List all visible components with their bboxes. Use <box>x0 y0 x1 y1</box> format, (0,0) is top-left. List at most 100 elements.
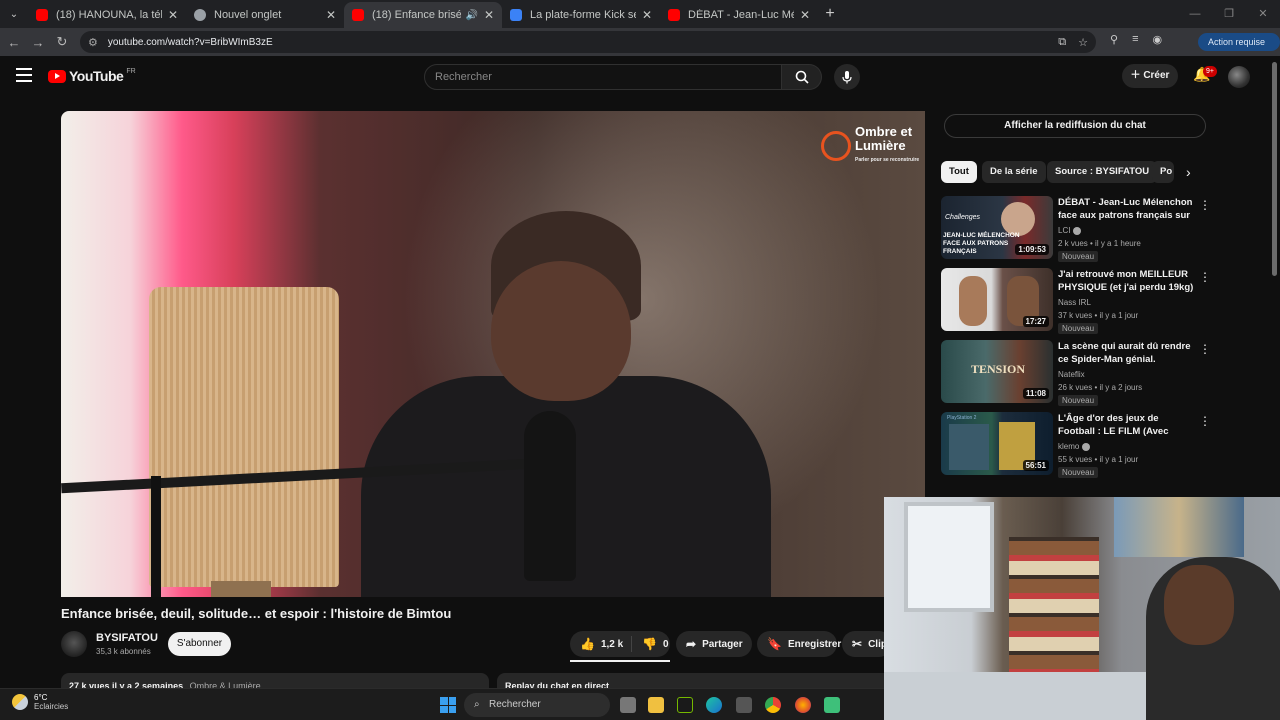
speaker-icon[interactable]: 🔊 <box>465 10 477 21</box>
video-title: Enfance brisée, deuil, solitude… et espo… <box>61 606 452 621</box>
task-view-icon[interactable] <box>620 697 636 713</box>
url-bar[interactable]: ⚙ youtube.com/watch?v=BribWImB3zE ⧉ ☆ <box>80 31 1096 53</box>
video-thumbnail[interactable]: PlayStation 2 56:51 <box>941 412 1053 475</box>
account-avatar[interactable] <box>1228 66 1250 88</box>
video-scene-microphone <box>524 411 576 581</box>
tab-close-icon[interactable]: ✕ <box>484 8 494 22</box>
recommendation-channel[interactable]: Nateflix <box>1058 370 1085 379</box>
share-button[interactable]: ➦ Partager <box>676 631 752 657</box>
recommendation-meta: 55 k vues • il y a 1 jour <box>1058 455 1139 464</box>
bookmark-star-icon[interactable]: ☆ <box>1078 36 1088 49</box>
reading-list-icon[interactable]: ≡ <box>1132 33 1138 46</box>
subscribe-button[interactable]: S'abonner <box>168 632 231 656</box>
more-vert-icon[interactable]: ⋮ <box>1199 270 1211 284</box>
video-player[interactable]: Ombre et Lumière Parler pour se reconstr… <box>61 111 925 597</box>
chip-series[interactable]: De la série <box>982 161 1046 183</box>
chrome-icon[interactable] <box>765 697 781 713</box>
recommendation-meta: 37 k vues • il y a 1 jour <box>1058 311 1139 320</box>
chevron-right-icon[interactable]: › <box>1186 164 1191 180</box>
new-badge: Nouveau <box>1058 323 1099 334</box>
chip-all[interactable]: Tout <box>941 161 977 183</box>
store-icon[interactable] <box>736 697 752 713</box>
channel-avatar[interactable] <box>61 631 87 657</box>
file-explorer-icon[interactable] <box>648 697 664 713</box>
tab-close-icon[interactable]: ✕ <box>168 8 178 22</box>
menu-hamburger-icon[interactable] <box>16 68 32 82</box>
windows-start-icon[interactable] <box>440 697 456 713</box>
chip-more[interactable]: Po <box>1152 161 1174 183</box>
forward-icon[interactable]: → <box>26 35 50 50</box>
edge-icon[interactable] <box>706 697 722 713</box>
close-window-icon[interactable]: ✕ <box>1246 0 1280 28</box>
browser-tab-active-video[interactable]: (18) Enfance brisée, deuil, so 🔊 ✕ <box>344 2 502 28</box>
create-label: Créer <box>1143 70 1170 81</box>
minimize-icon[interactable]: — <box>1178 0 1212 28</box>
like-button[interactable]: 👍 1,2 k <box>570 636 632 652</box>
recommendation-title[interactable]: L'Âge d'or des jeux de Football : LE FIL… <box>1058 412 1196 439</box>
tab-close-icon[interactable]: ✕ <box>326 8 336 22</box>
youtube-logo[interactable]: YouTube FR <box>48 68 136 84</box>
recommendation-item[interactable]: 17:27 J'ai retrouvé mon MEILLEUR PHYSIQU… <box>941 268 1211 334</box>
video-thumbnail[interactable]: Challenges JEAN-LUC MÉLENCHON FACE AUX P… <box>941 196 1053 259</box>
dislike-button[interactable]: 👎 0 <box>632 637 669 651</box>
more-vert-icon[interactable]: ⋮ <box>1199 342 1211 356</box>
show-chat-replay-button[interactable]: Afficher la rediffusion du chat <box>944 114 1206 138</box>
voice-search-button[interactable] <box>834 64 860 90</box>
webcam-overlay <box>884 497 1280 720</box>
country-code: FR <box>126 67 136 75</box>
taskbar-search[interactable]: ⌕ Rechercher <box>464 693 610 717</box>
search-icon <box>795 70 809 84</box>
recommendation-channel[interactable]: LCI <box>1058 226 1082 235</box>
page-scrollbar[interactable] <box>1272 62 1277 276</box>
app-icon[interactable] <box>824 697 840 713</box>
maximize-icon[interactable]: ❐ <box>1212 0 1246 28</box>
action-required-button[interactable]: Action requise ⋮ <box>1198 33 1280 65</box>
watermark-line2: Lumière <box>855 138 906 153</box>
recommendation-title[interactable]: La scène qui aurait dû rendre ce Spider-… <box>1058 340 1196 367</box>
youtube-favicon-icon <box>668 9 680 21</box>
bookmark-icon: 🔖 <box>767 637 782 651</box>
more-vert-icon[interactable]: ⋮ <box>1199 414 1211 428</box>
share-label: Partager <box>702 638 743 650</box>
extensions-icon[interactable]: ⚲ <box>1110 33 1118 46</box>
chip-source[interactable]: Source : BYSIFATOU <box>1047 161 1158 183</box>
channel-label: klemo <box>1058 442 1080 451</box>
save-label: Enregistrer <box>787 638 842 650</box>
install-app-icon[interactable]: ⧉ <box>1058 36 1066 49</box>
recommendation-item[interactable]: TENSION 11:08 La scène qui aurait dû ren… <box>941 340 1211 406</box>
recommendation-title[interactable]: J'ai retrouvé mon MEILLEUR PHYSIQUE (et … <box>1058 268 1196 295</box>
chrome-favicon-icon <box>194 9 206 21</box>
channel-name[interactable]: BYSIFATOU <box>96 632 158 644</box>
windows-taskbar: 6°C Eclaircies ⌕ Rechercher <box>0 688 884 720</box>
create-button[interactable]: ＋ Créer <box>1122 64 1178 88</box>
browser-tab-kick[interactable]: La plate-forme Kick sera-t-elle ✕ <box>502 2 660 28</box>
profile-icon[interactable]: ◉ <box>1152 33 1162 46</box>
action-required-label: Action requise <box>1208 37 1266 47</box>
tab-search-icon[interactable]: ⌄ <box>0 0 28 28</box>
back-icon[interactable]: ← <box>2 35 26 50</box>
tab-close-icon[interactable]: ✕ <box>642 8 652 22</box>
weather-widget[interactable]: 6°C Eclaircies <box>12 693 68 711</box>
video-thumbnail[interactable]: 17:27 <box>941 268 1053 331</box>
firefox-icon[interactable] <box>795 697 811 713</box>
reload-icon[interactable]: ↻ <box>50 34 74 50</box>
recommendation-channel[interactable]: klemo <box>1058 442 1091 451</box>
search-button[interactable] <box>782 64 822 90</box>
search-input[interactable]: Rechercher <box>424 64 782 90</box>
nvidia-icon[interactable] <box>677 697 693 713</box>
more-vert-icon[interactable]: ⋮ <box>1199 198 1211 212</box>
recommendation-title[interactable]: DÉBAT - Jean-Luc Mélenchon face aux patr… <box>1058 196 1196 223</box>
new-tab-button[interactable]: + <box>818 5 842 23</box>
save-button[interactable]: 🔖 Enregistrer <box>757 631 841 657</box>
site-info-icon[interactable]: ⚙ <box>88 36 98 49</box>
tab-close-icon[interactable]: ✕ <box>800 8 810 22</box>
browser-tab-debat[interactable]: DÉBAT - Jean-Luc Mélenchon fa ✕ <box>660 2 818 28</box>
recommendation-item[interactable]: PlayStation 2 56:51 L'Âge d'or des jeux … <box>941 412 1211 478</box>
recommendation-channel[interactable]: Nass IRL <box>1058 298 1091 307</box>
browser-tab-hanouna[interactable]: (18) HANOUNA, la télé françai ✕ <box>28 2 186 28</box>
thumb-cover <box>949 424 989 470</box>
browser-tab-new[interactable]: Nouvel onglet ✕ <box>186 2 344 28</box>
recommendation-item[interactable]: Challenges JEAN-LUC MÉLENCHON FACE AUX P… <box>941 196 1211 262</box>
subscriber-count: 35,3 k abonnés <box>96 647 151 656</box>
video-thumbnail[interactable]: TENSION 11:08 <box>941 340 1053 403</box>
